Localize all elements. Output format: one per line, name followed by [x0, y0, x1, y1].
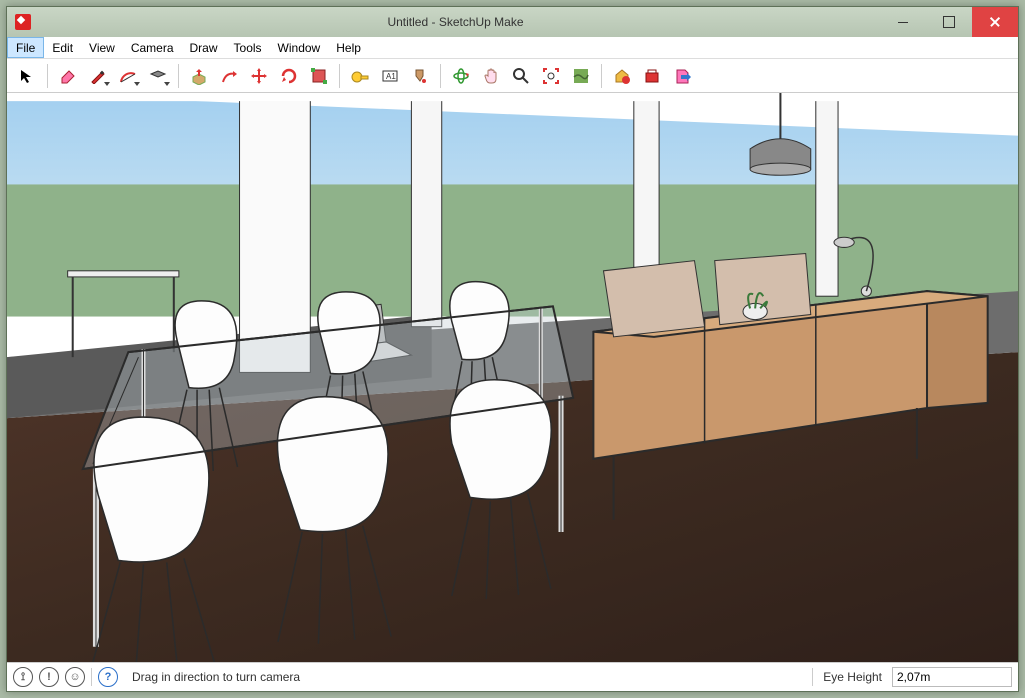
zoom-tool[interactable]	[507, 62, 535, 90]
app-window: Untitled - SketchUp Make File Edit View …	[6, 6, 1019, 692]
paint-tool[interactable]	[406, 62, 434, 90]
separator	[601, 64, 602, 88]
extensions-tool[interactable]	[638, 62, 666, 90]
maximize-button[interactable]	[926, 7, 972, 37]
separator	[47, 64, 48, 88]
window-controls	[880, 7, 1018, 37]
menubar: File Edit View Camera Draw Tools Window …	[7, 37, 1018, 59]
separator	[440, 64, 441, 88]
menu-window[interactable]: Window	[270, 37, 329, 58]
menu-draw[interactable]: Draw	[182, 37, 226, 58]
tape-tool[interactable]	[346, 62, 374, 90]
app-icon	[15, 14, 31, 30]
separator	[812, 668, 813, 686]
svg-text:A1: A1	[386, 72, 396, 81]
orbit-tool[interactable]	[447, 62, 475, 90]
toolbar: A1	[7, 59, 1018, 93]
menu-view[interactable]: View	[81, 37, 123, 58]
shape-tool[interactable]	[144, 62, 172, 90]
pan-tool[interactable]	[477, 62, 505, 90]
menu-tools[interactable]: Tools	[226, 37, 270, 58]
arc-tool[interactable]	[114, 62, 142, 90]
menu-file[interactable]: File	[7, 37, 44, 58]
export-tool[interactable]	[668, 62, 696, 90]
window-title: Untitled - SketchUp Make	[31, 15, 880, 29]
geo-icon[interactable]: ⟟	[13, 667, 33, 687]
menu-help[interactable]: Help	[328, 37, 369, 58]
menu-camera[interactable]: Camera	[123, 37, 182, 58]
close-button[interactable]	[972, 7, 1018, 37]
separator	[339, 64, 340, 88]
titlebar[interactable]: Untitled - SketchUp Make	[7, 7, 1018, 37]
warehouse-tool[interactable]	[608, 62, 636, 90]
status-hint: Drag in direction to turn camera	[124, 670, 806, 684]
pencil-tool[interactable]	[84, 62, 112, 90]
user-icon[interactable]: ☺	[65, 667, 85, 687]
eye-height-input[interactable]	[892, 667, 1012, 687]
minimize-button[interactable]	[880, 7, 926, 37]
followme-tool[interactable]	[215, 62, 243, 90]
separator	[91, 668, 92, 686]
rotate-tool[interactable]	[275, 62, 303, 90]
text-tool[interactable]: A1	[376, 62, 404, 90]
scale-tool[interactable]	[305, 62, 333, 90]
info-icon[interactable]: !	[39, 667, 59, 687]
pushpull-tool[interactable]	[185, 62, 213, 90]
select-tool[interactable]	[13, 62, 41, 90]
addlocation-tool[interactable]	[567, 62, 595, 90]
viewport[interactable]	[7, 93, 1018, 663]
help-icon[interactable]: ?	[98, 667, 118, 687]
eraser-tool[interactable]	[54, 62, 82, 90]
move-tool[interactable]	[245, 62, 273, 90]
zoomextents-tool[interactable]	[537, 62, 565, 90]
eye-height-label: Eye Height	[819, 670, 886, 684]
statusbar: ⟟ ! ☺ ? Drag in direction to turn camera…	[7, 663, 1018, 691]
separator	[178, 64, 179, 88]
menu-edit[interactable]: Edit	[44, 37, 81, 58]
